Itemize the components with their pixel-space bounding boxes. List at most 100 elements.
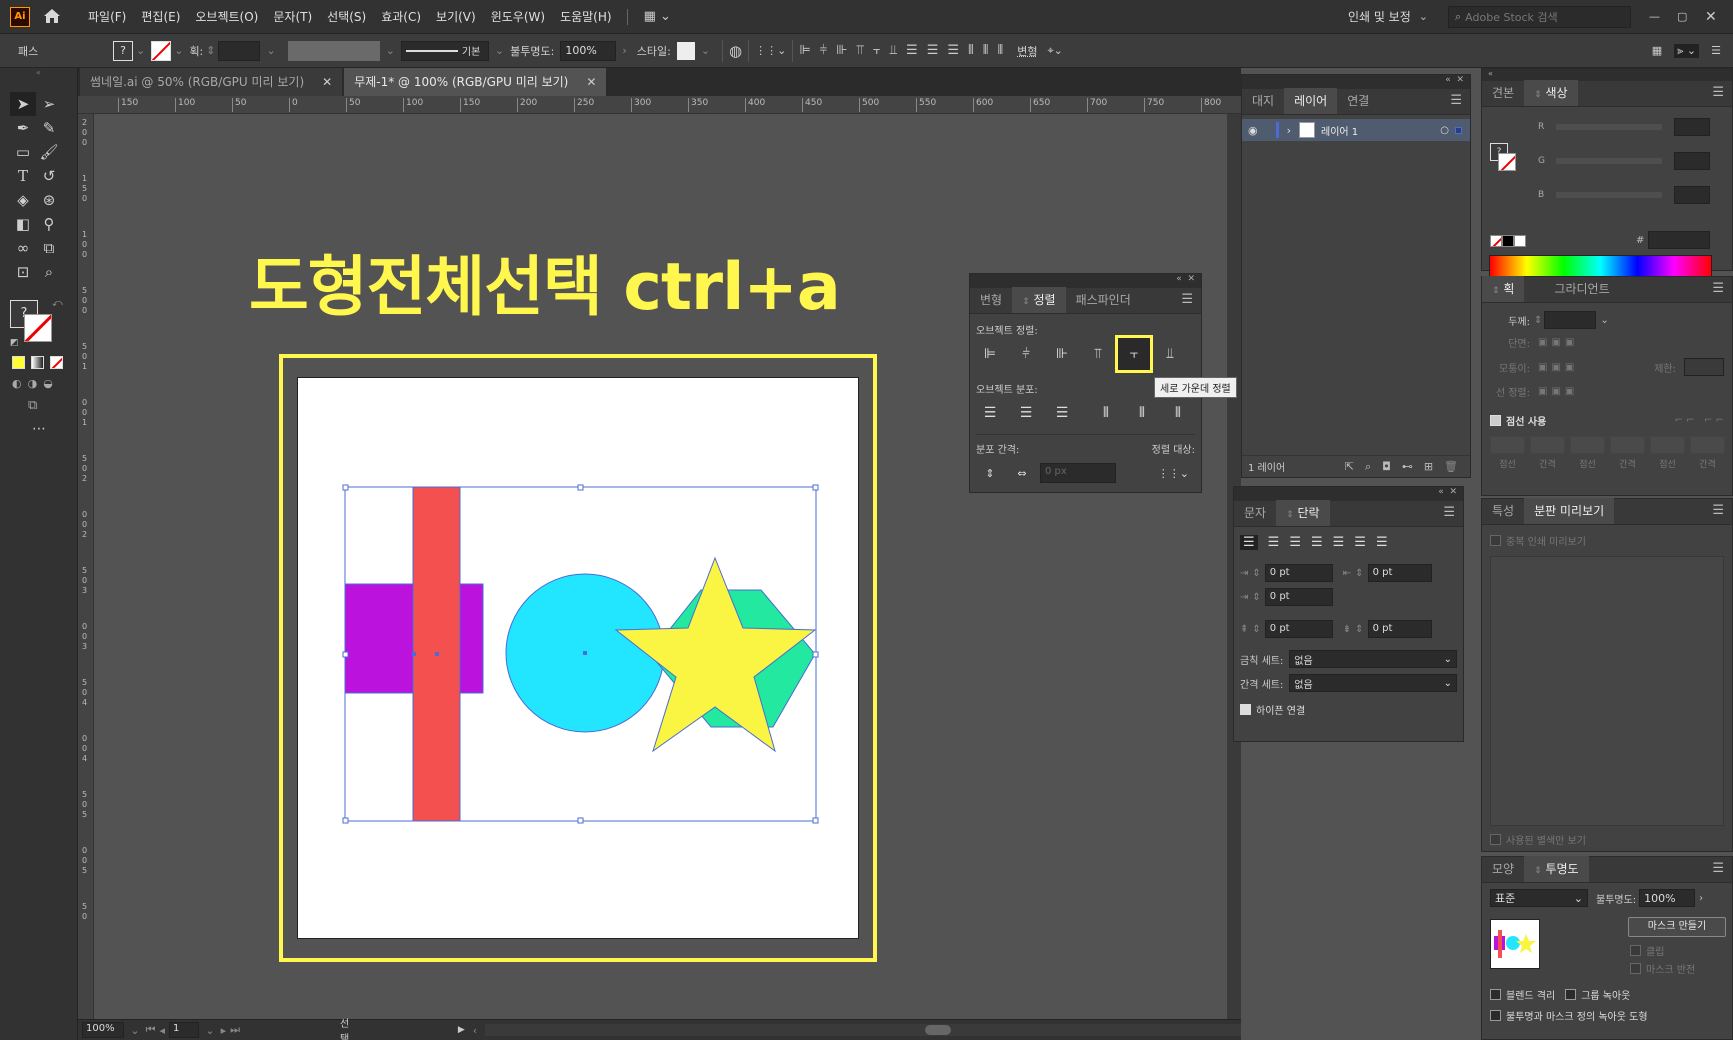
color-stroke-indicator[interactable]: [1498, 153, 1516, 171]
eraser-tool-icon[interactable]: ◈: [10, 188, 36, 212]
artwork[interactable]: [94, 114, 1241, 1019]
knockout-group-checkbox[interactable]: [1565, 989, 1577, 1000]
selection-indicator[interactable]: [1455, 126, 1462, 134]
menu-item[interactable]: 오브젝트(O): [195, 8, 258, 25]
align-left-edge-icon[interactable]: ⊫: [976, 343, 1004, 365]
justify-right-icon[interactable]: ☰: [1354, 535, 1366, 550]
tab-color[interactable]: ⇕ 색상: [1524, 80, 1578, 106]
horizontal-scrollbar[interactable]: [485, 1024, 1241, 1036]
recolor-icon[interactable]: ◍: [729, 42, 742, 60]
delete-layer-icon[interactable]: 🗑: [1444, 460, 1458, 473]
live-paint-tool-icon[interactable]: ⧉: [36, 236, 62, 260]
menu-item[interactable]: 편집(E): [141, 8, 180, 25]
menu-item[interactable]: 도움말(H): [560, 8, 612, 25]
distribute-left-icon[interactable]: ⦀: [1092, 402, 1120, 424]
new-layer-icon[interactable]: ⊞: [1424, 460, 1433, 473]
space-before-input[interactable]: 0 pt: [1264, 620, 1333, 638]
next-artboard-icon[interactable]: ▸: [221, 1024, 227, 1037]
close-window-button[interactable]: ✕: [1705, 9, 1733, 25]
lasso-tool-icon[interactable]: ⊛: [36, 188, 62, 212]
panel-menu-icon[interactable]: ☰: [1712, 276, 1724, 302]
type-tool-icon[interactable]: T: [10, 164, 36, 188]
tab-layers[interactable]: 레이어: [1284, 88, 1338, 114]
panel-menu-icon[interactable]: ☰: [1712, 80, 1724, 106]
blend-tool-icon[interactable]: ∞: [10, 236, 36, 260]
locate-object-icon[interactable]: ⌕: [1365, 460, 1371, 474]
workspace-switcher[interactable]: 인쇄 및 보정: [1348, 8, 1411, 25]
menu-item[interactable]: 선택(S): [327, 8, 366, 25]
clip-checkbox[interactable]: [1630, 945, 1641, 956]
rotate-tool-icon[interactable]: ↺: [36, 164, 62, 188]
screen-mode-icon[interactable]: ⧉: [28, 398, 77, 413]
close-tab-icon[interactable]: ✕: [586, 68, 596, 96]
tab-swatches[interactable]: 견본: [1482, 80, 1524, 106]
dash-align-icons[interactable]: ⌐ ⌐ ⌐ ⌐: [1675, 415, 1724, 426]
justify-center-icon[interactable]: ☰: [1333, 535, 1345, 550]
dash-gap-input[interactable]: [1650, 436, 1685, 454]
menu-item[interactable]: 보기(V): [436, 8, 476, 25]
opacity-input[interactable]: 100%: [1639, 889, 1696, 907]
gradient-tool-icon[interactable]: ◧: [10, 212, 36, 236]
tab-paragraph[interactable]: ⇕ 단락: [1276, 500, 1330, 526]
stroke-color-indicator[interactable]: [24, 314, 52, 342]
draw-behind-icon[interactable]: ◑: [28, 377, 38, 390]
tab-stroke[interactable]: ⇕ 획: [1482, 276, 1525, 302]
export-icon[interactable]: ⇱: [1345, 460, 1354, 473]
dist-left-icon[interactable]: ⦀: [968, 43, 974, 58]
distribute-vspace-icon[interactable]: ⇕: [976, 462, 1004, 484]
align-left-text-icon[interactable]: ☰: [1240, 535, 1258, 550]
tab-gradient[interactable]: 그라디언트: [1544, 276, 1619, 302]
menu-lines-icon[interactable]: ☰: [1711, 44, 1721, 57]
scroll-left-icon[interactable]: ‹: [473, 1024, 477, 1037]
align-center-text-icon[interactable]: ☰: [1268, 535, 1280, 550]
hyphenate-checkbox[interactable]: [1240, 704, 1251, 715]
rectangle-tool-icon[interactable]: ▭: [10, 140, 36, 164]
left-indent-input[interactable]: 0 pt: [1264, 564, 1333, 582]
dashed-checkbox[interactable]: [1490, 415, 1501, 426]
panel-menu-icon[interactable]: ☰: [1450, 88, 1462, 114]
default-colors-icon[interactable]: ◩: [10, 338, 19, 348]
justify-all-icon[interactable]: ☰: [1376, 535, 1388, 550]
align-right-text-icon[interactable]: ☰: [1289, 535, 1301, 550]
home-icon[interactable]: [42, 7, 64, 27]
clipping-mask-icon[interactable]: ◘: [1382, 460, 1391, 473]
opacity-mask-checkbox[interactable]: [1490, 1010, 1501, 1021]
none-mode-icon[interactable]: [50, 356, 63, 369]
horizontal-ruler[interactable]: 150 100 50 0 50 100 150 200 250 300 350 400 450 500 55…: [78, 96, 1241, 114]
align-bottom-icon[interactable]: ⫫: [890, 43, 897, 58]
align-top-edge-icon[interactable]: ⫪: [1084, 343, 1112, 365]
align-to-dropdown[interactable]: ⋮⋮⌄: [1158, 467, 1189, 480]
direct-selection-tool-icon[interactable]: ➢: [36, 92, 62, 116]
kinsoku-dropdown[interactable]: 없음 ⌄: [1289, 650, 1457, 668]
channel-slider[interactable]: [1556, 158, 1662, 164]
layer-row[interactable]: ◉ › 레이어 1 ○: [1242, 119, 1470, 141]
brush-definition[interactable]: 기본: [400, 40, 489, 61]
prev-artboard-icon[interactable]: ◂: [159, 1024, 165, 1037]
isolate-blending-checkbox[interactable]: [1490, 989, 1501, 1000]
panel-menu-icon[interactable]: ☰: [1181, 287, 1193, 313]
distribute-top-icon[interactable]: ☰: [976, 402, 1004, 424]
panel-menu-icon[interactable]: ☰: [1712, 498, 1724, 524]
channel-input[interactable]: [1674, 152, 1710, 170]
stock-search-input[interactable]: ⌕ Adobe Stock 검색: [1448, 5, 1631, 28]
black-swatch[interactable]: [1502, 235, 1514, 247]
canvas-area[interactable]: 도형전체선택 ctrl+a: [94, 114, 1241, 1019]
dash-gap-input[interactable]: [1490, 436, 1525, 454]
limit-input[interactable]: [1684, 358, 1724, 376]
eyedropper-tool-icon[interactable]: ⚲: [36, 212, 62, 236]
hex-input[interactable]: [1648, 231, 1710, 249]
tab-separations-preview[interactable]: 분판 미리보기: [1524, 498, 1615, 524]
menu-item[interactable]: 효과(C): [381, 8, 421, 25]
zoom-input[interactable]: 100%: [82, 1022, 125, 1038]
tab-pathfinder[interactable]: 패스파인더: [1066, 287, 1141, 313]
white-swatch[interactable]: [1514, 235, 1526, 247]
artboard-number-input[interactable]: 1: [169, 1022, 200, 1038]
blend-mode-dropdown[interactable]: 표준 ⌄: [1490, 889, 1588, 907]
distribute-bottom-icon[interactable]: ☰: [1048, 402, 1076, 424]
draw-inside-icon[interactable]: ◒: [43, 377, 53, 390]
menu-item[interactable]: 윈도우(W): [491, 8, 545, 25]
target-icon[interactable]: ○: [1440, 125, 1449, 136]
tab-attributes[interactable]: 특성: [1482, 498, 1524, 524]
channel-input[interactable]: [1674, 118, 1710, 136]
menu-item[interactable]: 문자(T): [273, 8, 312, 25]
